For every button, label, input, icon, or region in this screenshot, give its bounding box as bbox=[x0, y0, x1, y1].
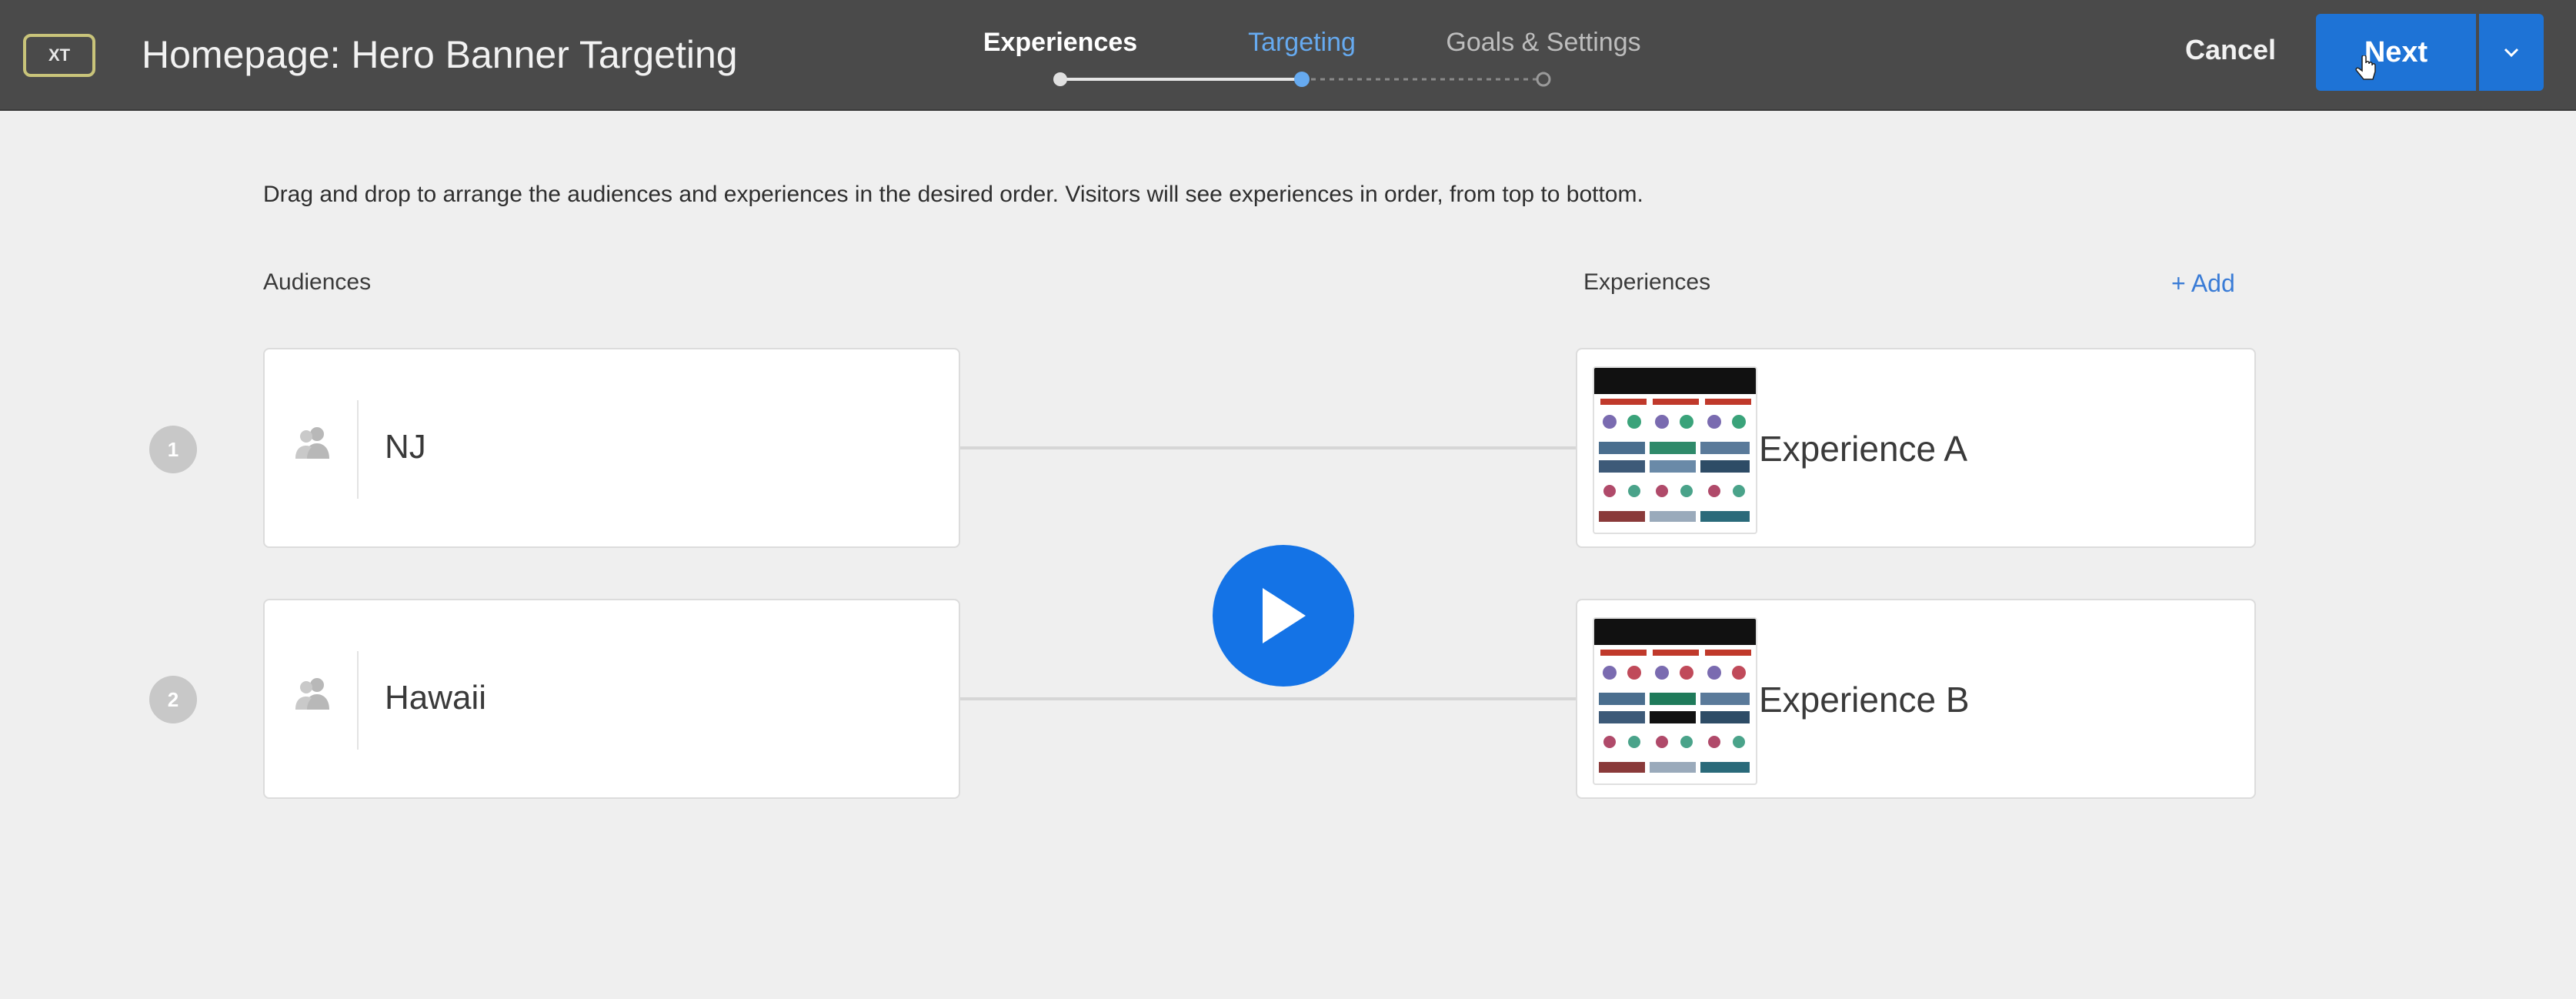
hand-cursor-icon bbox=[2355, 55, 2376, 80]
add-experience-link[interactable]: + Add bbox=[2171, 269, 2235, 298]
step-dot-goals bbox=[1536, 72, 1551, 87]
step-targeting[interactable]: Targeting bbox=[1248, 28, 1356, 58]
row-number-badge: 1 bbox=[149, 426, 197, 473]
step-goals-settings[interactable]: Goals & Settings bbox=[1446, 28, 1640, 58]
step-dot-experiences bbox=[1053, 72, 1067, 86]
audience-card-divider bbox=[357, 651, 359, 750]
step-experiences[interactable]: Experiences bbox=[983, 28, 1137, 58]
webpage-preview-image bbox=[1594, 619, 1756, 773]
row-number-badge: 2 bbox=[149, 676, 197, 723]
users-icon bbox=[295, 427, 329, 459]
next-button[interactable]: Next bbox=[2316, 14, 2476, 91]
chevron-down-icon bbox=[2504, 48, 2519, 58]
experience-name: Experience B bbox=[1759, 680, 1970, 720]
play-icon bbox=[1263, 588, 1306, 643]
video-play-button[interactable] bbox=[1213, 545, 1354, 687]
next-options-dropdown[interactable] bbox=[2479, 14, 2544, 91]
experience-thumbnail bbox=[1593, 617, 1757, 785]
experiences-column-label: Experiences bbox=[1583, 269, 1711, 295]
experience-card-a[interactable]: Experience A bbox=[1576, 348, 2256, 548]
audience-name: Hawaii bbox=[385, 679, 487, 717]
audience-name: NJ bbox=[385, 428, 426, 466]
experience-thumbnail bbox=[1593, 366, 1757, 534]
audience-card-hawaii[interactable]: Hawaii bbox=[263, 599, 960, 799]
experience-name: Experience A bbox=[1759, 429, 1968, 469]
step-dot-targeting bbox=[1294, 72, 1310, 87]
instruction-text: Drag and drop to arrange the audiences a… bbox=[263, 182, 1643, 207]
webpage-preview-image bbox=[1594, 368, 1756, 522]
audience-card-divider bbox=[357, 400, 359, 499]
experience-card-b[interactable]: Experience B bbox=[1576, 599, 2256, 799]
cancel-button[interactable]: Cancel bbox=[2185, 34, 2276, 66]
audience-experience-connector bbox=[960, 697, 1577, 700]
users-icon bbox=[295, 678, 329, 710]
audience-experience-connector bbox=[960, 446, 1577, 449]
audiences-column-label: Audiences bbox=[263, 269, 372, 295]
top-bar: XT Homepage: Hero Banner Targeting Exper… bbox=[0, 0, 2576, 111]
audience-card-nj[interactable]: NJ bbox=[263, 348, 960, 548]
